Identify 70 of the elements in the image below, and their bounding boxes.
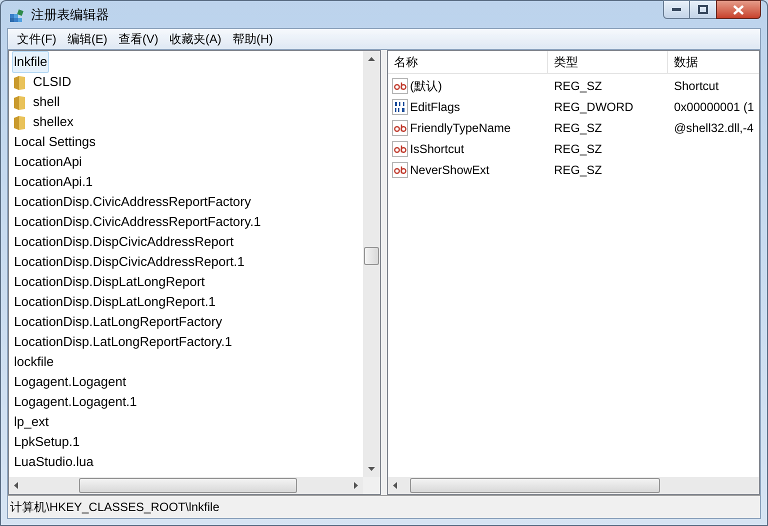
registry-key[interactable]: LocationDisp.CivicAddressReportFactory (12, 191, 253, 213)
registry-key[interactable]: lockfile (12, 351, 56, 373)
registry-key[interactable]: LocationApi.1 (12, 171, 95, 193)
column-header[interactable]: 数据 (668, 51, 759, 73)
registry-key[interactable]: LpkSetup.1 (12, 431, 82, 453)
scroll-thumb[interactable] (79, 478, 297, 493)
minimize-button[interactable] (663, 0, 690, 19)
scroll-left-arrow-icon (393, 482, 397, 489)
minimize-icon (672, 8, 681, 11)
registry-key[interactable]: LocationDisp.LatLongReportFactory.1 (12, 331, 234, 353)
close-icon (733, 4, 744, 14)
value-data: Shortcut (673, 78, 719, 94)
registry-key[interactable]: LuaStudio.lua (12, 451, 96, 473)
scroll-down-arrow-icon (368, 467, 375, 471)
status-path: 计算机\HKEY_CLASSES_ROOT\lnkfile (10, 499, 220, 516)
registry-key[interactable]: LocationDisp.CivicAddressReportFactory.1 (12, 211, 263, 233)
horizontal-scrollbar[interactable] (388, 477, 759, 494)
registry-key[interactable]: LocationDisp.DispCivicAddressReport.1 (12, 251, 246, 273)
registry-key[interactable]: Logagent.Logagent (12, 371, 128, 393)
value-name[interactable]: EditFlags (410, 98, 460, 116)
scroll-thumb[interactable] (410, 478, 660, 493)
registry-key[interactable]: shell (31, 91, 62, 113)
registry-key[interactable]: Logagent.Logagent.1 (12, 391, 139, 413)
folder-icon (13, 74, 26, 90)
registry-key[interactable]: Local Settings (12, 131, 98, 153)
value-name[interactable]: FriendlyTypeName (410, 118, 511, 136)
menu-item[interactable]: 查看(V) (113, 29, 164, 49)
menu-item[interactable]: 收藏夹(A) (164, 29, 226, 49)
maximize-button[interactable] (690, 0, 716, 19)
registry-key[interactable]: LocationDisp.LatLongReportFactory (12, 311, 224, 333)
registry-key[interactable]: LocationDisp.DispLatLongReport.1 (12, 291, 218, 313)
folder-icon (13, 114, 26, 130)
menu-item[interactable]: 编辑(E) (62, 29, 112, 49)
registry-key[interactable]: LocationApi (12, 151, 84, 173)
string-value-icon (392, 78, 408, 94)
value-name[interactable]: NeverShowExt (410, 160, 490, 178)
registry-key[interactable]: lnkfile (12, 51, 50, 73)
folder-icon (13, 94, 26, 110)
window-title: 注册表编辑器 (31, 6, 109, 24)
close-button[interactable] (716, 0, 761, 19)
value-type: REG_SZ (553, 78, 604, 94)
string-value-icon (392, 162, 408, 178)
string-value-icon (392, 120, 408, 136)
registry-key[interactable]: LocationDisp.DispCivicAddressReport (12, 231, 236, 253)
maximize-icon (698, 5, 708, 14)
registry-key[interactable]: LocationDisp.DispLatLongReport (12, 271, 207, 293)
value-type: REG_DWORD (553, 98, 634, 116)
column-header[interactable]: 类型 (548, 51, 668, 73)
registry-key[interactable]: shellex (31, 111, 76, 133)
value-data: 0x00000001 (1 (673, 98, 754, 116)
binary-value-icon (392, 98, 408, 114)
value-name[interactable]: IsShortcut (410, 140, 464, 158)
horizontal-scrollbar[interactable] (9, 477, 363, 494)
value-data: @shell32.dll,-4 (673, 120, 754, 136)
scroll-right-arrow-icon (354, 482, 358, 489)
scroll-up-arrow-icon (368, 57, 375, 61)
value-type: REG_SZ (553, 162, 604, 178)
scroll-left-arrow-icon (14, 482, 18, 489)
registry-key[interactable]: CLSID (31, 71, 74, 93)
value-type: REG_SZ (553, 140, 604, 158)
registry-cubes-icon (9, 6, 25, 22)
menu-item[interactable]: 文件(F) (12, 29, 62, 49)
scroll-thumb[interactable] (364, 247, 379, 265)
vertical-scrollbar[interactable] (363, 51, 380, 477)
column-header[interactable]: 名称 (388, 51, 548, 73)
registry-key[interactable]: lp_ext (12, 411, 51, 433)
value-name[interactable]: (默认) (410, 76, 442, 94)
value-type: REG_SZ (553, 120, 604, 136)
menu-item[interactable]: 帮助(H) (227, 29, 278, 49)
string-value-icon (392, 140, 408, 156)
